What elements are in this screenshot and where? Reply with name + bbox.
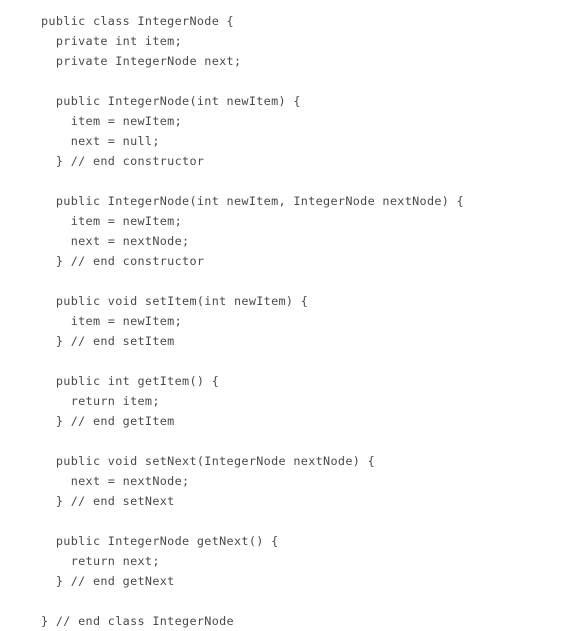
- code-line: } // end setItem: [41, 334, 175, 348]
- code-line: public IntegerNode(int newItem) {: [41, 94, 301, 108]
- code-line: public int getItem() {: [41, 374, 220, 388]
- code-line: } // end constructor: [41, 154, 205, 168]
- code-line: item = newItem;: [41, 114, 183, 128]
- code-line: public void setItem(int newItem) {: [41, 294, 309, 308]
- code-line: } // end setNext: [41, 494, 175, 508]
- code-line: item = newItem;: [41, 214, 183, 228]
- code-line: } // end getNext: [41, 574, 175, 588]
- code-line: private int item;: [41, 34, 183, 48]
- code-line: return item;: [41, 394, 160, 408]
- code-line: next = nextNode;: [41, 234, 190, 248]
- code-line: } // end class IntegerNode: [41, 614, 234, 628]
- code-line: public IntegerNode getNext() {: [41, 534, 279, 548]
- code-listing: public class IntegerNode { private int i…: [41, 11, 561, 631]
- code-line: public class IntegerNode {: [41, 14, 234, 28]
- code-line: } // end constructor: [41, 254, 205, 268]
- code-line: next = null;: [41, 134, 160, 148]
- code-line: public void setNext(IntegerNode nextNode…: [41, 454, 376, 468]
- code-line: } // end getItem: [41, 414, 175, 428]
- code-line: public IntegerNode(int newItem, IntegerN…: [41, 194, 465, 208]
- code-line: return next;: [41, 554, 160, 568]
- code-line: item = newItem;: [41, 314, 183, 328]
- code-line: next = nextNode;: [41, 474, 190, 488]
- code-line: private IntegerNode next;: [41, 54, 242, 68]
